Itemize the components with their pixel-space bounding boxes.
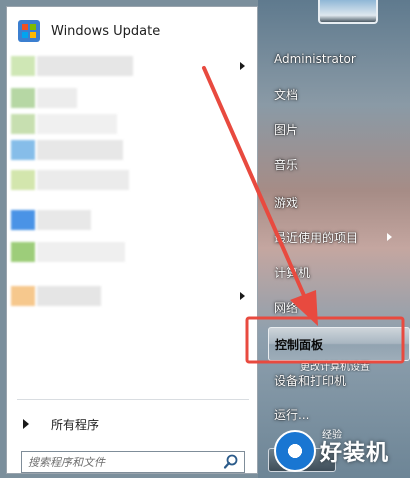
annotation-highlight-box bbox=[245, 316, 405, 364]
watermark-logo-icon bbox=[274, 430, 316, 472]
watermark: 经验 好装机 bbox=[274, 424, 410, 478]
watermark-small-text: 经验 bbox=[322, 430, 342, 441]
annotation-arrow bbox=[202, 66, 405, 364]
start-menu: Windows Update 所有程序 搜索程序和文件 Administrato… bbox=[0, 0, 410, 478]
